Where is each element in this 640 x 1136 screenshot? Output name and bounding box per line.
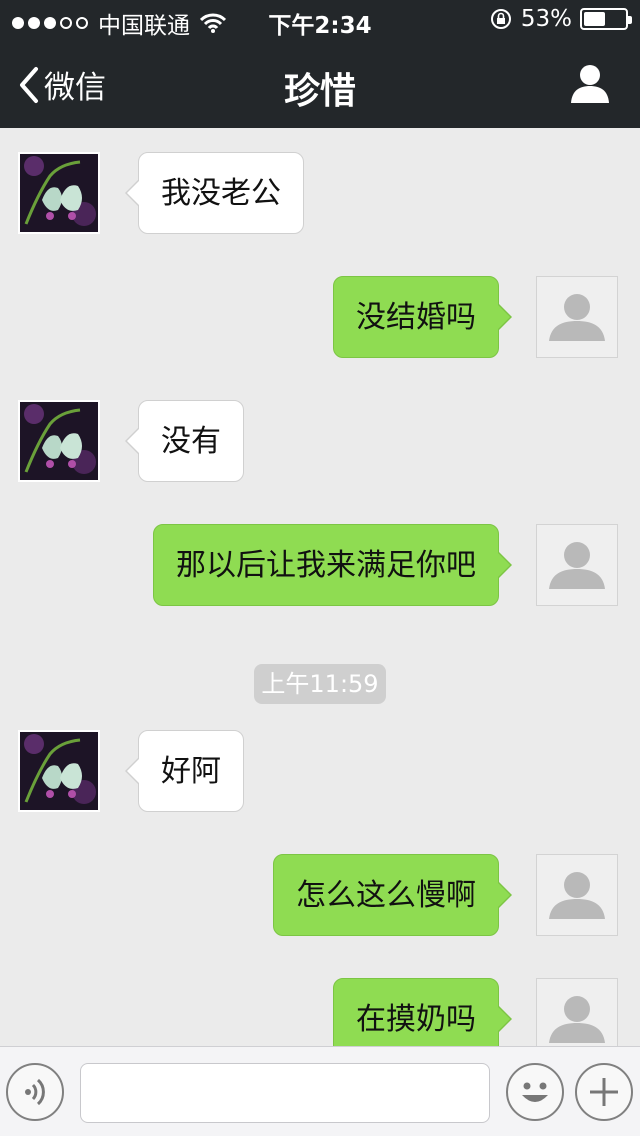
outgoing-message[interactable]: 在摸奶吗 — [333, 978, 512, 1046]
contact-info-icon[interactable] — [568, 62, 612, 106]
voice-icon — [25, 1078, 45, 1106]
my-avatar[interactable] — [536, 524, 618, 606]
more-button[interactable] — [575, 1063, 633, 1121]
incoming-message[interactable]: 我没老公 — [125, 152, 304, 234]
voice-button[interactable] — [6, 1063, 64, 1121]
incoming-message[interactable]: 没有 — [125, 400, 244, 482]
input-bar — [0, 1046, 640, 1136]
rotation-lock-icon — [490, 9, 511, 29]
battery-icon — [580, 8, 632, 30]
battery-percent: 53% — [520, 6, 572, 32]
my-avatar[interactable] — [536, 854, 618, 936]
outgoing-message[interactable]: 那以后让我来满足你吧 — [153, 524, 512, 606]
emoji-button[interactable] — [506, 1063, 564, 1121]
contact-avatar[interactable] — [18, 400, 100, 482]
chat-area[interactable]: 我没老公 没结婚吗没有那以后让我来满足你吧好阿 怎么这么慢啊在摸奶吗 上午11:59 — [0, 128, 640, 1046]
smiley-icon — [522, 1082, 548, 1102]
outgoing-message[interactable]: 没结婚吗 — [333, 276, 512, 358]
chat-timestamp: 上午11:59 — [254, 664, 386, 704]
contact-avatar[interactable] — [18, 730, 100, 812]
my-avatar[interactable] — [536, 276, 618, 358]
page-title: 珍惜 — [283, 71, 356, 112]
status-bar: 中国联通 下午2:34 53% — [0, 0, 640, 40]
plus-icon — [590, 1078, 618, 1106]
header: 中国联通 下午2:34 53% 微信 珍惜 — [0, 0, 640, 128]
outgoing-message[interactable]: 怎么这么慢啊 — [273, 854, 512, 936]
message-input[interactable] — [80, 1063, 490, 1123]
contact-avatar[interactable] — [18, 152, 100, 234]
incoming-message[interactable]: 好阿 — [125, 730, 244, 812]
my-avatar[interactable] — [536, 978, 618, 1046]
nav-bar: 微信 珍惜 — [0, 40, 640, 128]
